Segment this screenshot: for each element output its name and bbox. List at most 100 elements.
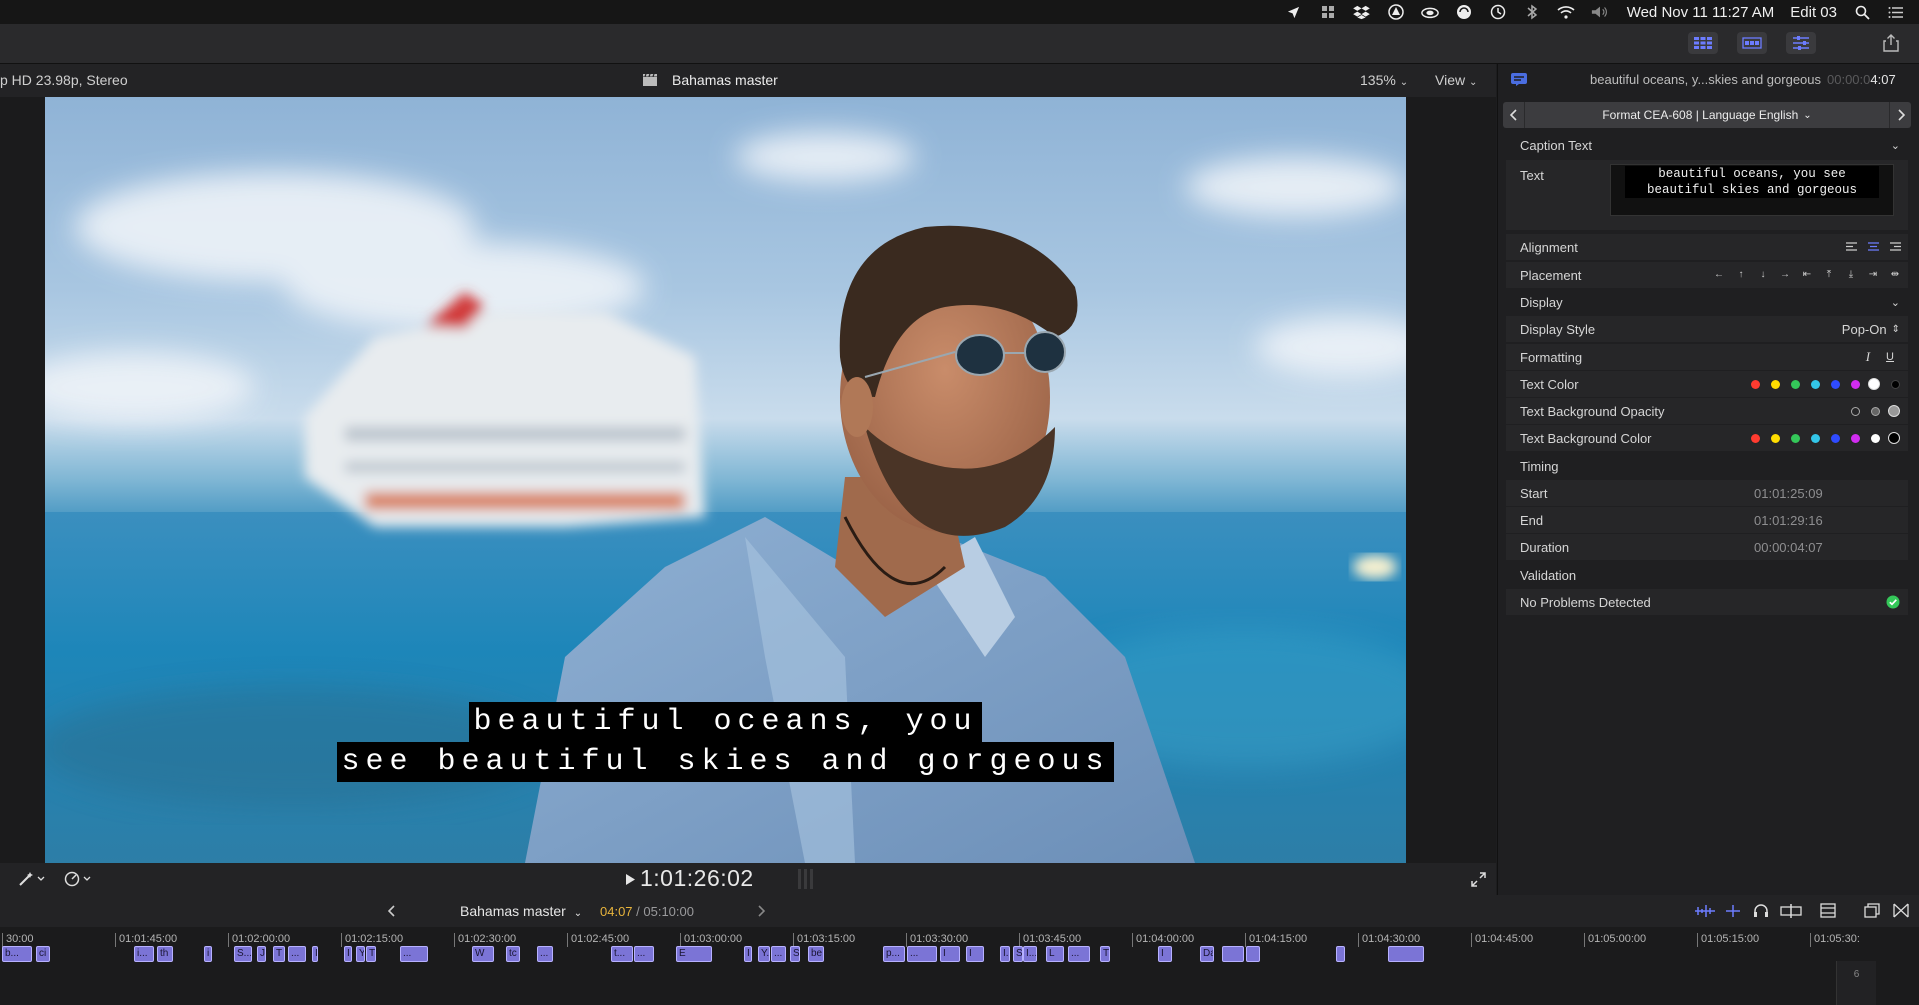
browser-toggle-button[interactable] xyxy=(1688,32,1718,54)
caption-clip[interactable]: tc xyxy=(506,946,520,962)
caption-clip[interactable] xyxy=(1336,946,1345,962)
caption-clip[interactable]: be... xyxy=(808,946,824,962)
snap-left-icon[interactable]: ⇤ xyxy=(1802,270,1812,280)
caption-clip[interactable]: ... xyxy=(771,946,786,962)
fullscreen-icon[interactable] xyxy=(1471,872,1486,890)
opacity-translucent[interactable] xyxy=(1871,406,1880,416)
zoom-dropdown[interactable]: 135% ⌄ xyxy=(1360,72,1408,88)
caption-clip[interactable]: ... xyxy=(907,946,937,962)
align-right-icon[interactable] xyxy=(1890,242,1901,252)
viewer-project-name[interactable]: Bahamas master xyxy=(672,72,778,88)
clip-appearance-icon[interactable] xyxy=(1820,903,1836,921)
text-color-white-selected[interactable] xyxy=(1868,378,1880,390)
list-icon[interactable] xyxy=(1887,3,1905,21)
text-color-cyan[interactable] xyxy=(1811,379,1820,389)
validation-section[interactable]: Validation xyxy=(1506,562,1908,588)
caption-clip[interactable]: ci xyxy=(36,946,50,962)
text-color-green[interactable] xyxy=(1791,379,1800,389)
end-timecode-field[interactable]: 01:01:29:16 xyxy=(1754,513,1823,528)
bg-color-cyan[interactable] xyxy=(1811,433,1820,443)
caption-clip[interactable]: Th... xyxy=(366,946,376,962)
bg-color-green[interactable] xyxy=(1791,433,1800,443)
display-section[interactable]: Display ⌄ xyxy=(1506,289,1908,315)
text-color-blue[interactable] xyxy=(1831,379,1840,389)
audio-waveform-icon[interactable] xyxy=(1694,904,1716,921)
snapping-icon[interactable] xyxy=(1780,904,1802,921)
timeline-toggle-button[interactable] xyxy=(1737,32,1767,54)
caption-clip[interactable]: I xyxy=(312,946,318,962)
caption-clip[interactable]: i... xyxy=(134,946,154,962)
menubar-project[interactable]: Edit 03 xyxy=(1790,4,1837,21)
menubar-datetime[interactable]: Wed Nov 11 11:27 AM xyxy=(1627,4,1775,21)
view-dropdown[interactable]: View ⌄ xyxy=(1435,72,1477,88)
caption-clip[interactable]: p... xyxy=(883,946,905,962)
move-right-icon[interactable]: → xyxy=(1780,270,1790,280)
skimming-icon[interactable] xyxy=(1725,904,1741,921)
move-left-icon[interactable]: ← xyxy=(1714,270,1724,280)
caption-clip[interactable]: i xyxy=(204,946,212,962)
caption-clip[interactable]: T xyxy=(1100,946,1110,962)
align-left-icon[interactable] xyxy=(1846,242,1857,252)
play-icon[interactable] xyxy=(625,873,636,889)
caption-clip[interactable]: Y... xyxy=(758,946,770,962)
speed-gauge-icon[interactable] xyxy=(64,871,94,890)
caption-clip[interactable]: Y xyxy=(356,946,365,962)
time-machine-icon[interactable] xyxy=(1489,3,1507,21)
move-down-icon[interactable]: ↓ xyxy=(1758,270,1768,280)
caption-text-section[interactable]: Caption Text ⌄ xyxy=(1506,132,1908,158)
bg-color-white[interactable] xyxy=(1871,433,1880,443)
text-color-red[interactable] xyxy=(1751,379,1760,389)
timecode-display[interactable]: 1:01:26:02 xyxy=(640,865,754,892)
caption-clip[interactable]: th xyxy=(157,946,173,962)
caption-clip[interactable] xyxy=(1246,946,1260,962)
caption-clip[interactable]: ... xyxy=(288,946,306,962)
snap-bottom-icon[interactable]: ⤓ xyxy=(1846,270,1856,280)
format-language-dropdown[interactable]: Format CEA-608 | Language English ⌄ xyxy=(1525,102,1889,128)
chevron-left-icon[interactable] xyxy=(387,904,396,920)
caption-clip[interactable]: I xyxy=(940,946,960,962)
triangle-icon[interactable] xyxy=(1387,3,1405,21)
snap-right-icon[interactable]: ⇥ xyxy=(1868,270,1878,280)
move-up-icon[interactable]: ↑ xyxy=(1736,270,1746,280)
caption-clip[interactable]: I xyxy=(1158,946,1172,962)
timeline-project-dropdown[interactable]: Bahamas master ⌄ xyxy=(460,903,582,919)
wifi-icon[interactable] xyxy=(1557,3,1575,21)
caption-clip[interactable] xyxy=(1388,946,1424,962)
text-color-magenta[interactable] xyxy=(1851,379,1860,389)
caption-clip[interactable]: T xyxy=(273,946,285,962)
bg-color-blue[interactable] xyxy=(1831,433,1840,443)
headphones-icon[interactable] xyxy=(1753,903,1769,921)
caption-clip[interactable]: L xyxy=(1046,946,1064,962)
caption-clip[interactable] xyxy=(1222,946,1244,962)
caption-clip[interactable]: b... xyxy=(2,946,32,962)
caption-clip[interactable]: I... xyxy=(1023,946,1037,962)
video-frame[interactable]: beautiful oceans, you see beautiful skie… xyxy=(45,97,1406,863)
caption-clip[interactable]: t... xyxy=(611,946,633,962)
caption-text-field[interactable]: beautiful oceans, you see beautiful skie… xyxy=(1610,164,1894,216)
next-caption-button[interactable] xyxy=(1889,102,1911,128)
bg-color-red[interactable] xyxy=(1751,433,1760,443)
caption-clip[interactable]: J xyxy=(257,946,266,962)
timeline-ruler[interactable]: 30:00 01:01:45:00 01:02:00:00 01:02:15:00 01… xyxy=(0,927,1919,1005)
caption-clip[interactable]: I xyxy=(744,946,752,962)
chevron-right-icon[interactable] xyxy=(757,904,766,920)
cloud-icon[interactable] xyxy=(1420,3,1439,21)
transitions-icon[interactable] xyxy=(1893,903,1909,921)
opacity-transparent[interactable] xyxy=(1851,406,1860,416)
search-icon[interactable] xyxy=(1853,3,1871,21)
magic-wand-icon[interactable] xyxy=(18,871,46,890)
timing-section[interactable]: Timing xyxy=(1506,453,1908,479)
opacity-solid-selected[interactable] xyxy=(1888,405,1900,417)
caption-clip[interactable]: I xyxy=(344,946,352,962)
bg-color-yellow[interactable] xyxy=(1771,433,1780,443)
caption-clip[interactable]: S... xyxy=(234,946,252,962)
timeline-index-icon[interactable] xyxy=(1864,903,1880,921)
caption-clip[interactable]: ... xyxy=(537,946,553,962)
display-style-dropdown[interactable]: Pop-On ⇕ xyxy=(1842,316,1900,342)
caption-clip[interactable]: S... xyxy=(790,946,800,962)
caption-clip[interactable]: E xyxy=(676,946,712,962)
snap-top-icon[interactable]: ⤒ xyxy=(1824,270,1834,280)
caption-clip[interactable]: W xyxy=(472,946,494,962)
share-icon[interactable] xyxy=(1876,32,1906,54)
caption-clip[interactable]: I xyxy=(966,946,984,962)
